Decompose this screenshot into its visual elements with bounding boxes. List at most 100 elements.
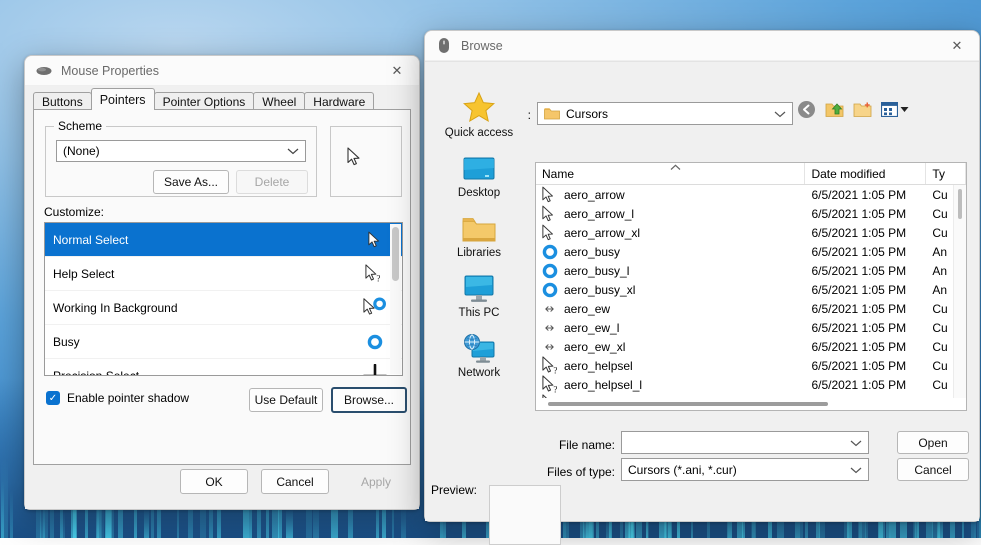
- up-one-level-icon[interactable]: [825, 101, 844, 118]
- customize-list-item[interactable]: Working In Background: [45, 291, 402, 325]
- files-of-type-value: Cursors (*.ani, *.cur): [628, 462, 737, 477]
- file-name-cell: aero_ew_xl: [536, 340, 805, 354]
- browse-titlebar[interactable]: Browse ✕: [425, 31, 979, 61]
- mouse-properties-body: Buttons Pointers Pointer Options Wheel Hardw…: [25, 86, 419, 509]
- place-item-libraries[interactable]: Libraries: [431, 210, 527, 270]
- column-header-ty[interactable]: Ty: [926, 163, 966, 184]
- arrow-cursor-icon: [347, 147, 363, 167]
- save-as-button[interactable]: Save As...: [153, 170, 229, 194]
- browse-button[interactable]: Browse...: [331, 387, 407, 413]
- file-name-text: aero_helpsel: [564, 358, 633, 373]
- browse-cancel-button[interactable]: Cancel: [897, 458, 969, 481]
- new-folder-icon[interactable]: [853, 101, 872, 118]
- file-list-row[interactable]: aero_arrow_l 6/5/2021 1:05 PM Cu: [536, 204, 966, 223]
- file-date-cell: 6/5/2021 1:05 PM: [811, 244, 907, 259]
- close-icon[interactable]: ✕: [375, 56, 419, 86]
- place-item-label: Desktop: [457, 187, 501, 199]
- scheme-combobox[interactable]: (None): [56, 140, 306, 162]
- enable-pointer-shadow-checkbox[interactable]: ✓: [46, 391, 60, 405]
- browse-dialog-window[interactable]: Browse ✕ Look in: Cursors: [424, 30, 980, 545]
- mouse-icon: [35, 62, 53, 80]
- file-name-cell: aero_busy_xl: [536, 282, 805, 298]
- file-name-text: aero_ew_xl: [564, 339, 626, 354]
- mouse-properties-window[interactable]: Mouse Properties ✕ Buttons Pointers Pointe…: [24, 55, 420, 510]
- customize-list-item[interactable]: Normal Select: [45, 223, 402, 257]
- ok-button[interactable]: OK: [180, 469, 248, 494]
- help-cursor-icon: ?: [358, 263, 392, 284]
- file-list[interactable]: Name Date modified Ty aero_arrow 6/5/2021 1…: [535, 162, 967, 411]
- customize-listbox[interactable]: Normal Select Help Select? Working In Back…: [44, 222, 403, 376]
- file-list-row[interactable]: aero_busy_xl 6/5/2021 1:05 PM An: [536, 280, 966, 299]
- file-list-row[interactable]: aero_ew_xl 6/5/2021 1:05 PM Cu: [536, 337, 966, 356]
- file-list-row[interactable]: ? aero_helpsel 6/5/2021 1:05 PM Cu: [536, 355, 966, 376]
- customize-list-item[interactable]: Help Select?: [45, 257, 402, 291]
- file-list-row[interactable]: ? aero_helpsel_l 6/5/2021 1:05 PM Cu: [536, 374, 966, 395]
- places-bar[interactable]: Quick access Desktop Libraries This PC Netwo…: [431, 90, 527, 429]
- busy-cursor-icon: [542, 263, 564, 279]
- resize-ew-cursor-icon: [542, 342, 564, 352]
- customize-list-item[interactable]: Busy: [45, 325, 402, 359]
- file-name-cell: aero_busy_l: [536, 263, 805, 279]
- enable-pointer-shadow-label: Enable pointer shadow: [67, 391, 190, 405]
- enable-pointer-shadow-row[interactable]: ✓ Enable pointer shadow: [46, 391, 189, 405]
- file-list-row[interactable]: aero_ew_l 6/5/2021 1:05 PM Cu: [536, 318, 966, 337]
- file-list-row[interactable]: aero_ew 6/5/2021 1:05 PM Cu: [536, 299, 966, 318]
- file-list-vscrollbar-thumb[interactable]: [958, 189, 962, 219]
- chevron-down-icon: [287, 147, 299, 155]
- file-name-input[interactable]: [621, 431, 869, 454]
- file-date-cell: 6/5/2021 1:05 PM: [811, 206, 907, 221]
- tab-wheel[interactable]: Wheel: [253, 92, 306, 110]
- column-header-date-modified[interactable]: Date modified: [805, 163, 927, 184]
- sort-ascending-icon: [670, 164, 681, 171]
- help-cursor-icon: ?: [542, 355, 564, 376]
- back-icon[interactable]: [797, 100, 816, 119]
- use-default-button[interactable]: Use Default: [249, 388, 323, 412]
- mouse-properties-title: Mouse Properties: [61, 63, 159, 78]
- file-date-cell: 6/5/2021 1:05 PM: [811, 187, 907, 202]
- customize-list-item[interactable]: Precision Select: [45, 359, 402, 375]
- open-button[interactable]: Open: [897, 431, 969, 454]
- place-item-desktop[interactable]: Desktop: [431, 150, 527, 210]
- tab-pointer-options[interactable]: Pointer Options: [153, 92, 255, 110]
- file-list-vscrollbar[interactable]: [953, 185, 966, 398]
- file-list-header[interactable]: Name Date modified Ty: [536, 163, 966, 185]
- close-icon[interactable]: ✕: [935, 31, 979, 61]
- place-item-this-pc[interactable]: This PC: [431, 270, 527, 330]
- tab-pointers[interactable]: Pointers: [90, 88, 155, 110]
- file-date-cell: 6/5/2021 1:05 PM: [811, 377, 907, 392]
- customize-scrollbar[interactable]: [390, 224, 401, 374]
- file-name-text: aero_arrow_l: [564, 206, 635, 221]
- file-list-row[interactable]: aero_arrow_xl 6/5/2021 1:05 PM Cu: [536, 223, 966, 242]
- files-of-type-combobox[interactable]: Cursors (*.ani, *.cur): [621, 458, 869, 481]
- file-list-row[interactable]: aero_busy_l 6/5/2021 1:05 PM An: [536, 261, 966, 280]
- apply-button: Apply: [360, 474, 392, 489]
- place-item-quick-access[interactable]: Quick access: [431, 90, 527, 150]
- place-item-network[interactable]: Network: [431, 330, 527, 390]
- cancel-button[interactable]: Cancel: [261, 469, 329, 494]
- tab-buttons[interactable]: Buttons: [33, 92, 92, 110]
- crosshair-cursor-icon: [358, 363, 392, 375]
- file-list-hscrollbar[interactable]: [536, 398, 953, 410]
- svg-text:?: ?: [376, 273, 380, 283]
- customize-item-label: Working In Background: [53, 300, 178, 315]
- file-list-row[interactable]: aero_busy 6/5/2021 1:05 PM An: [536, 242, 966, 261]
- look-in-combobox[interactable]: Cursors: [537, 102, 793, 125]
- place-item-label: Network: [457, 367, 501, 379]
- tab-hardware[interactable]: Hardware: [304, 92, 375, 110]
- customize-scrollbar-thumb[interactable]: [392, 227, 399, 281]
- column-header-name[interactable]: Name: [536, 163, 806, 184]
- mouse-properties-titlebar[interactable]: Mouse Properties ✕: [25, 56, 419, 86]
- views-icon[interactable]: [881, 102, 909, 117]
- customize-list[interactable]: Normal Select Help Select? Working In Back…: [45, 223, 402, 375]
- file-date-cell: 6/5/2021 1:05 PM: [811, 301, 907, 316]
- file-list-rows[interactable]: aero_arrow 6/5/2021 1:05 PM Cu aero_arrow_l…: [536, 185, 966, 410]
- file-list-row[interactable]: aero_arrow 6/5/2021 1:05 PM Cu: [536, 185, 966, 204]
- mouse-properties-tabstrip[interactable]: Buttons Pointers Pointer Options Wheel Hardw…: [33, 88, 411, 110]
- file-date-cell: 6/5/2021 1:05 PM: [811, 320, 907, 335]
- folder-icon: [544, 107, 560, 120]
- file-list-hscrollbar-thumb[interactable]: [548, 402, 828, 406]
- star-icon: [462, 90, 496, 124]
- help-cursor-icon: ?: [542, 374, 564, 395]
- preview-box: [489, 485, 561, 545]
- browse-toolbar[interactable]: [797, 100, 909, 119]
